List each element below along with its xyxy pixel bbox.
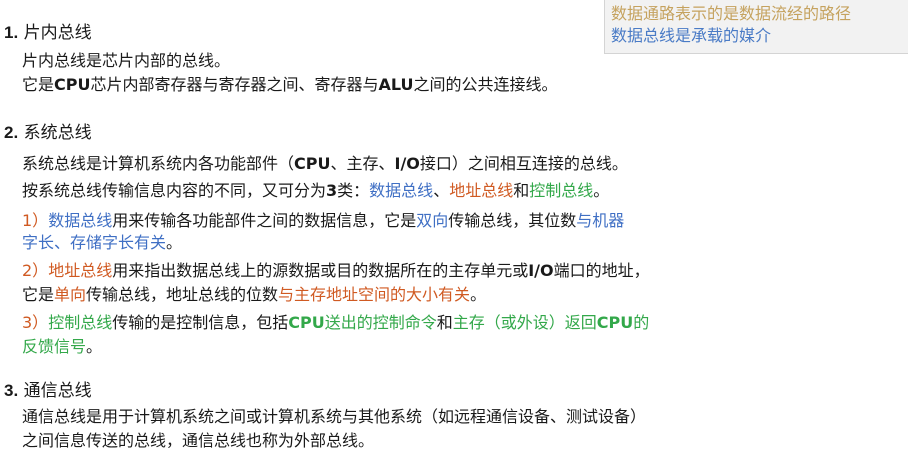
- section-3-number: 3.: [4, 381, 19, 400]
- note-box: 数据通路表示的是数据流经的路径 数据总线是承载的媒介: [604, 0, 908, 54]
- section-3-title: 通信总线: [23, 381, 92, 401]
- note-line-databus: 数据总线是承载的媒介: [611, 26, 772, 45]
- section-1-line-2: 它是CPU芯片内部寄存器与寄存器之间、寄存器与ALU之间的公共连接线。: [22, 75, 558, 94]
- control-bus-item-line-2: 反馈信号。: [22, 337, 103, 356]
- section-1-line-1: 片内总线是芯片内部的总线。: [22, 51, 231, 70]
- address-bus-item-line-1: 2）地址总线用来指出数据总线上的源数据或目的数据所在的主存单元或I/O端口的地址…: [22, 261, 650, 280]
- section-1-heading: 1. 片内总线: [4, 22, 92, 44]
- section-2-number: 2.: [4, 123, 19, 142]
- section-3-heading: 3. 通信总线: [4, 380, 92, 402]
- section-1-title: 片内总线: [23, 23, 92, 43]
- note-line-datapath: 数据通路表示的是数据流经的路径: [611, 4, 852, 23]
- section-3-line-1: 通信总线是用于计算机系统之间或计算机系统与其他系统（如远程通信设备、测试设备）: [22, 407, 647, 426]
- section-1-number: 1.: [4, 23, 19, 42]
- section-3-line-2: 之间信息传送的总线，通信总线也称为外部总线。: [22, 431, 375, 450]
- data-bus-item-line-2: 字长、存储字长有关。: [22, 233, 183, 252]
- section-2-line-2: 按系统总线传输信息内容的不同，又可分为3类：数据总线、地址总线和控制总线。: [22, 181, 610, 200]
- address-bus-item-line-2: 它是单向传输总线，地址总线的位数与主存地址空间的大小有关。: [22, 285, 487, 304]
- section-2-title: 系统总线: [23, 123, 92, 143]
- data-bus-item-line-1: 1）数据总线用来传输各功能部件之间的数据信息，它是双向传输总线，其位数与机器: [22, 211, 625, 230]
- control-bus-item-line-1: 3）控制总线传输的是控制信息，包括CPU送出的控制命令和主存（或外设）返回CPU…: [22, 313, 650, 332]
- section-2-heading: 2. 系统总线: [4, 122, 92, 144]
- section-2-line-1: 系统总线是计算机系统内各功能部件（CPU、主存、I/O接口）之间相互连接的总线。: [22, 154, 628, 173]
